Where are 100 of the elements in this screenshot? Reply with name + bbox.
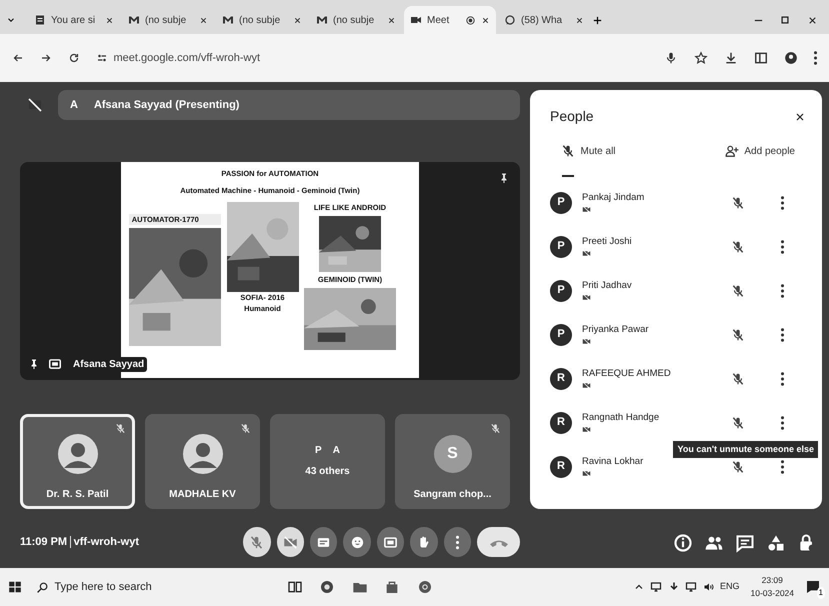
reload-icon[interactable] bbox=[68, 52, 80, 64]
more-options-button[interactable] bbox=[781, 240, 784, 254]
close-icon[interactable] bbox=[481, 16, 490, 24]
url-text: meet.google.com/vff-wroh-wyt bbox=[114, 50, 260, 66]
meeting-details-button[interactable] bbox=[672, 532, 692, 553]
download-icon[interactable] bbox=[668, 581, 680, 593]
store-icon[interactable] bbox=[384, 579, 400, 595]
browser-tab[interactable]: (58) Wha bbox=[498, 6, 590, 34]
menu-icon[interactable] bbox=[814, 51, 817, 65]
more-options-button[interactable] bbox=[444, 527, 471, 558]
start-icon[interactable] bbox=[8, 580, 22, 594]
monitor-icon[interactable] bbox=[650, 581, 662, 593]
camera-off-icon bbox=[582, 249, 591, 258]
emoji-icon bbox=[350, 534, 365, 550]
raise-hand-button[interactable] bbox=[410, 527, 438, 558]
emoji-button[interactable] bbox=[343, 527, 371, 558]
browser-icon[interactable] bbox=[319, 579, 335, 595]
notifications-button[interactable]: 1 bbox=[805, 579, 821, 595]
participant-name: Afsana Sayyad bbox=[70, 356, 148, 372]
taskbar-search[interactable]: Type here to search bbox=[36, 578, 256, 596]
site-settings-icon[interactable] bbox=[96, 52, 108, 64]
mute-all-button[interactable]: Mute all bbox=[561, 144, 616, 158]
participant-tile[interactable]: P A 43 others bbox=[270, 414, 385, 509]
more-options-button[interactable] bbox=[781, 372, 784, 386]
captions-button[interactable] bbox=[310, 527, 338, 558]
speaker-icon[interactable] bbox=[702, 581, 714, 593]
mute-button[interactable] bbox=[731, 416, 745, 430]
close-icon[interactable] bbox=[806, 14, 818, 26]
mail-icon bbox=[222, 14, 234, 26]
muted-mic-icon bbox=[731, 328, 745, 342]
mute-button[interactable] bbox=[731, 460, 745, 474]
participant-tile[interactable]: MADHALE KV bbox=[145, 414, 260, 509]
tab-title: (no subje bbox=[239, 14, 282, 28]
tab-title: (no subje bbox=[333, 14, 376, 28]
presenter-initial: A bbox=[70, 98, 78, 113]
muted-mic-icon bbox=[731, 416, 745, 430]
mute-button[interactable] bbox=[731, 372, 745, 386]
restore-icon[interactable] bbox=[780, 15, 790, 25]
participant-tile[interactable]: S Sangram chop... bbox=[395, 414, 510, 509]
more-icon bbox=[781, 284, 784, 298]
mute-button[interactable] bbox=[731, 240, 745, 254]
tab-title: (58) Wha bbox=[521, 14, 564, 28]
camera-button[interactable] bbox=[276, 527, 304, 558]
close-icon[interactable] bbox=[794, 110, 806, 122]
mute-button[interactable] bbox=[731, 328, 745, 342]
taskbar-clock[interactable]: 23:09 10-03-2024 bbox=[750, 574, 794, 600]
more-options-button[interactable] bbox=[781, 328, 784, 342]
monitor-icon[interactable] bbox=[685, 581, 697, 593]
side-panel-icon[interactable] bbox=[754, 51, 768, 65]
camera-off-icon bbox=[582, 293, 591, 302]
participant-name: Priti Jadhav bbox=[582, 278, 633, 293]
mute-button[interactable] bbox=[731, 196, 745, 210]
browser-tab[interactable]: (no subje bbox=[310, 6, 402, 34]
chat-icon bbox=[734, 532, 754, 553]
mute-button[interactable] bbox=[731, 284, 745, 298]
participant-tile[interactable]: Dr. R. S. Patil bbox=[20, 414, 135, 509]
close-icon[interactable] bbox=[199, 16, 208, 24]
back-icon[interactable] bbox=[12, 52, 24, 64]
more-icon bbox=[781, 372, 784, 386]
microphone-icon[interactable] bbox=[664, 51, 678, 65]
notification-icon bbox=[805, 579, 821, 595]
info-icon bbox=[672, 532, 692, 553]
microphone-button[interactable] bbox=[243, 527, 271, 558]
muted-mic-icon bbox=[731, 460, 745, 474]
close-icon[interactable] bbox=[105, 16, 114, 24]
browser-tab[interactable]: (no subje bbox=[216, 6, 308, 34]
browser-tab[interactable]: Meet bbox=[404, 6, 496, 34]
close-icon[interactable] bbox=[387, 16, 396, 24]
profile-icon[interactable] bbox=[784, 51, 798, 65]
browser-icon[interactable] bbox=[416, 579, 432, 595]
panel-title: People bbox=[550, 107, 594, 126]
close-icon[interactable] bbox=[575, 16, 584, 24]
more-options-button[interactable] bbox=[781, 460, 784, 474]
muted-mic-icon bbox=[115, 422, 126, 434]
avatar-initial: P bbox=[315, 444, 322, 458]
muted-mic-icon bbox=[561, 144, 575, 158]
language-indicator[interactable]: ENG bbox=[720, 580, 740, 594]
more-options-button[interactable] bbox=[781, 196, 784, 210]
browser-tab[interactable]: (no subje bbox=[122, 6, 214, 34]
avatar: S bbox=[434, 435, 472, 474]
present-button[interactable] bbox=[376, 527, 404, 558]
more-icon bbox=[781, 196, 784, 210]
download-icon[interactable] bbox=[724, 51, 738, 65]
browser-tab[interactable]: You are si bbox=[28, 6, 120, 34]
chat-button[interactable] bbox=[734, 532, 754, 553]
close-icon[interactable] bbox=[293, 16, 302, 24]
participant-name: Preeti Joshi bbox=[582, 234, 633, 249]
bookmark-star-icon[interactable] bbox=[694, 51, 708, 65]
end-call-button[interactable] bbox=[477, 527, 520, 558]
camera-off-icon bbox=[282, 534, 298, 550]
forward-icon[interactable] bbox=[40, 52, 52, 64]
more-options-button[interactable] bbox=[781, 284, 784, 298]
more-options-button[interactable] bbox=[781, 416, 784, 430]
task-view-icon[interactable] bbox=[286, 579, 302, 595]
search-placeholder: Type here to search bbox=[54, 580, 152, 595]
add-people-button[interactable]: Add people bbox=[724, 144, 795, 158]
avatar: P bbox=[550, 236, 572, 258]
meeting-code: vff-wroh-wyt bbox=[74, 535, 139, 550]
plus-icon bbox=[592, 14, 603, 26]
notification-count: 1 bbox=[816, 587, 825, 599]
